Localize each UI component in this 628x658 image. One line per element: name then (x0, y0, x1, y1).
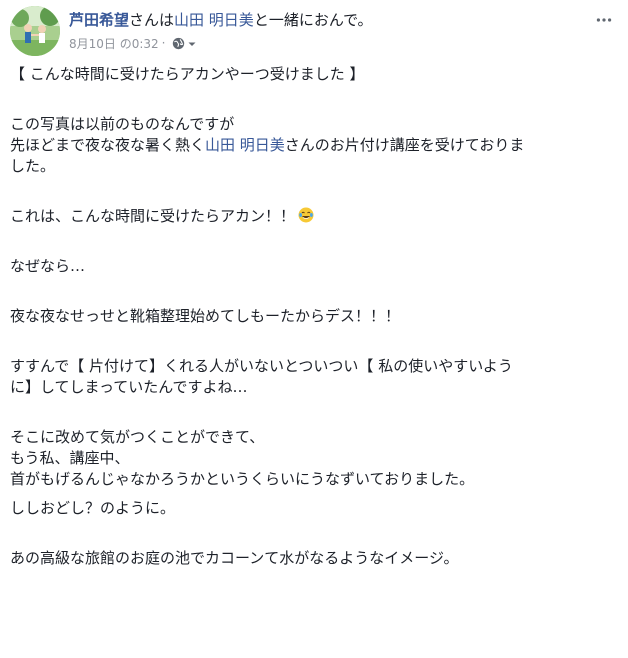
text-line: 首がもげるんじゃなかろうかというくらいにうなずいておりました。 (10, 470, 475, 488)
chevron-down-icon[interactable] (187, 38, 197, 48)
connector-suffix: と一緒におんで。 (253, 11, 373, 29)
paragraph-5: 夜な夜なせっせと靴箱整理始めてしもーたからデス！！！ (10, 306, 618, 327)
author-avatar[interactable] (10, 6, 60, 56)
post-options-button[interactable] (592, 10, 616, 30)
facebook-post: 芦田希望さんは山田 明日美と一緒におんで。 8月10日 の0:32 · 【 こん… (0, 0, 628, 658)
connector-prefix: さんは (129, 11, 175, 29)
post-title-line: 芦田希望さんは山田 明日美と一緒におんで。 (69, 10, 372, 30)
post-header: 芦田希望さんは山田 明日美と一緒におんで。 8月10日 の0:32 · (10, 6, 618, 60)
text-segment: 先ほどまで夜な夜な暑く熱く (10, 136, 206, 154)
meta-separator: · (161, 36, 166, 50)
paragraph-7: そこに改めて気がつくことができて、 もう私、講座中、 首がもげるんじゃなかろうか… (10, 427, 618, 490)
text-line: この写真は以前のものなんですが (10, 115, 235, 133)
mention-link[interactable]: 山田 明日美 (205, 136, 285, 154)
text-line: に】してしまっていたんですよね… (10, 378, 248, 396)
paragraph-9: あの高級な旅館のお庭の池でカコーンて水がなるようなイメージ。 (10, 548, 618, 569)
text-line: もう私、講座中、 (10, 449, 130, 467)
post-body: 【 こんな時間に受けたらアカンやーつ受けました 】 この写真は以前のものなんです… (10, 64, 618, 598)
text-line-with-emoji: これは、こんな時間に受けたらアカン！！ (10, 206, 618, 227)
text-segment: さんのお片付け講座を受けておりま (284, 136, 525, 154)
text-line: あの高級な旅館のお庭の池でカコーンて水がなるようなイメージ。 (10, 549, 459, 567)
text-line: ししおどし？のように。 (10, 499, 176, 517)
text-line: 夜な夜なせっせと靴箱整理始めてしもーたからデス！！！ (10, 307, 401, 325)
paragraph-2: この写真は以前のものなんですが 先ほどまで夜な夜な暑く熱く山田 明日美さんのお片… (10, 114, 618, 177)
paragraph-4: なぜなら… (10, 256, 618, 277)
text-line: 【 こんな時間に受けたらアカンやーつ受けました 】 (10, 65, 365, 83)
post-timestamp[interactable]: 8月10日 の0:32 (69, 35, 159, 52)
more-horizontal-icon (596, 18, 612, 22)
globe-icon[interactable] (172, 37, 185, 50)
paragraph-1: 【 こんな時間に受けたらアカンやーつ受けました 】 (10, 64, 618, 85)
text-line: した。 (10, 157, 56, 175)
laughing-tears-emoji-icon (298, 207, 314, 223)
paragraph-8: ししおどし？のように。 (10, 498, 618, 519)
text-segment: これは、こんな時間に受けたらアカン！！ (10, 207, 296, 225)
text-line: すすんで【 片付けて】くれる人がいないとついつい【 私の使いやすいよう (10, 357, 513, 375)
text-line: そこに改めて気がつくことができて、 (10, 428, 265, 446)
tagged-person[interactable]: 山田 明日美 (174, 11, 254, 29)
paragraph-6: すすんで【 片付けて】くれる人がいないとついつい【 私の使いやすいよう に】して… (10, 356, 618, 398)
post-meta: 8月10日 の0:32 · (69, 34, 197, 52)
avatar-photo (10, 6, 60, 56)
text-line: なぜなら… (10, 257, 86, 275)
author-name[interactable]: 芦田希望 (69, 11, 129, 29)
paragraph-3: これは、こんな時間に受けたらアカン！！ (10, 206, 618, 227)
text-line-with-mention: 先ほどまで夜な夜な暑く熱く山田 明日美さんのお片付け講座を受けておりま (10, 135, 618, 156)
